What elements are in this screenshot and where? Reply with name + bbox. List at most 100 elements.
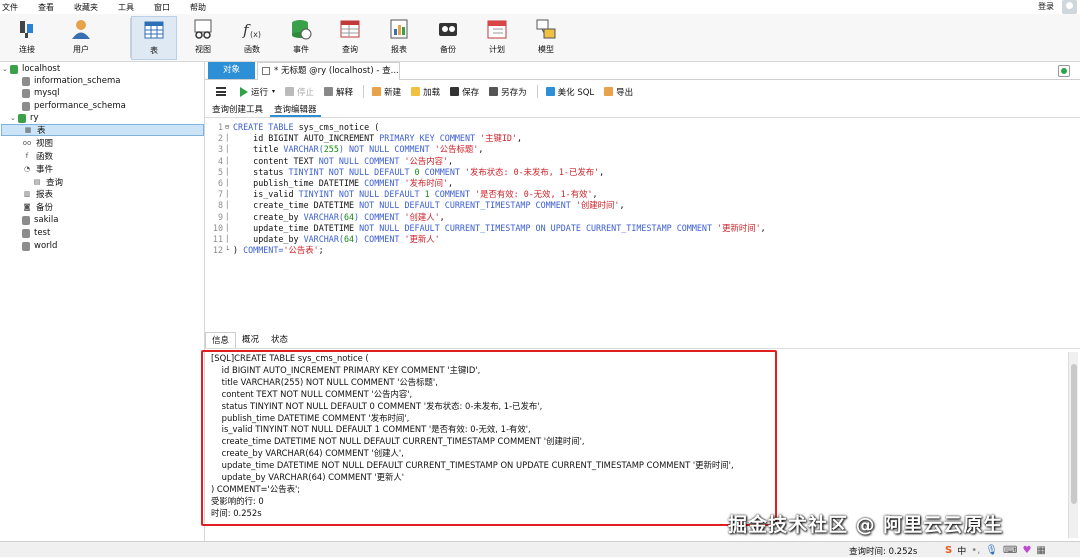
menu-file[interactable]: 文件 [2, 2, 18, 13]
editor-line[interactable]: 2 │ id BIGINT AUTO_INCREMENT PRIMARY KEY … [205, 133, 522, 144]
tree-label: 报表 [36, 190, 54, 200]
save-button[interactable]: 保存 [450, 86, 479, 98]
menu-view[interactable]: 查看 [38, 2, 54, 13]
schedule-button[interactable]: 计划 [474, 16, 520, 60]
ime-icon[interactable]: S [945, 545, 952, 556]
microphone-icon[interactable]: 🎙 [985, 545, 998, 556]
table-button[interactable]: 表 [131, 16, 177, 60]
export-button[interactable]: 导出 [604, 86, 633, 98]
run-label: 运行 [251, 87, 269, 98]
sql-token: title [233, 144, 284, 155]
tree-node-db[interactable]: performance_schema [22, 100, 126, 112]
function-button[interactable]: f (x) 函数 [229, 16, 275, 60]
tree-node-views[interactable]: oo 视图 [22, 137, 53, 149]
status-bar: 查询时间: 0.252s S 中 •, 🎙 ⌨ ♥ ▦ [0, 541, 1080, 557]
tree-node-tables[interactable]: ▦ 表 [1, 124, 204, 136]
tab-query[interactable]: * 无标题 @ry (localhost) - 查... [257, 62, 400, 80]
line-number: 8 [217, 200, 223, 211]
collapse-arrow-icon[interactable]: ⌄ [10, 114, 18, 122]
editor-line[interactable]: 6 │ publish_time DATETIME COMMENT '发布时间', [205, 178, 453, 189]
tab-profile[interactable]: 概况 [236, 332, 265, 348]
editor-line[interactable]: 7 │ is_valid TINYINT NOT NULL DEFAULT 1 C… [205, 189, 598, 200]
editor-line[interactable]: 5 │ status TINYINT NOT NULL DEFAULT 0 COM… [205, 167, 604, 178]
editor-line[interactable]: 1 ⊟ CREATE TABLE sys_cms_notice ( [205, 122, 379, 133]
report-button[interactable]: 报表 [376, 16, 422, 60]
view-button[interactable]: 视图 [180, 16, 226, 60]
run-button[interactable]: 运行 ▾ [240, 86, 275, 98]
beautify-sql-button[interactable]: 美化 SQL [545, 86, 594, 98]
tab-query-editor[interactable]: 查询编辑器 [270, 103, 321, 117]
editor-line[interactable]: 3 │ title VARCHAR(255) NOT NULL COMMENT '… [205, 144, 483, 155]
editor-line[interactable]: 8 │ create_time DATETIME NOT NULL DEFAULT… [205, 200, 625, 211]
editor-line[interactable]: 9 │ create_by VARCHAR(64) COMMENT '创建人', [205, 212, 445, 223]
export-label: 导出 [616, 87, 634, 98]
explain-button[interactable]: 解释 [324, 86, 353, 98]
tab-status[interactable]: 状态 [265, 332, 294, 348]
tree-node-db[interactable]: sakila [22, 214, 59, 226]
editor-line[interactable]: 4 │ content TEXT NOT NULL COMMENT '公告内容', [205, 156, 453, 167]
connect-button[interactable]: 连接 [4, 16, 50, 60]
line-number: 7 [217, 189, 223, 200]
toolbox-icon[interactable]: ▦ [1036, 545, 1045, 556]
tab-query-label: * 无标题 @ry (localhost) - 查... [274, 66, 399, 76]
tree-node-db[interactable]: information_schema [22, 75, 121, 87]
skin-icon[interactable]: ♥ [1022, 545, 1031, 556]
view-label: 视图 [195, 45, 211, 54]
fold-gutter: │ [225, 179, 230, 187]
database-icon [22, 88, 30, 98]
editor-line[interactable]: 12 └) COMMENT= '公告表'; [205, 245, 324, 256]
scrollbar-thumb[interactable] [1071, 364, 1077, 504]
sql-token: '公告表' [283, 245, 319, 256]
query-button[interactable]: 查询 [327, 16, 373, 60]
event-icon [290, 18, 312, 40]
tree-label: ry [30, 113, 39, 123]
new-button[interactable]: 新建 [372, 86, 401, 98]
keyboard-icon[interactable]: ⌨ [1003, 545, 1017, 556]
menu-help[interactable]: 帮助 [190, 2, 206, 13]
tree-node-db[interactable]: mysql [22, 87, 60, 99]
menu-window[interactable]: 窗口 [154, 2, 170, 13]
tree-node-db[interactable]: test [22, 227, 50, 239]
scrollbar[interactable] [1068, 352, 1078, 538]
query-icon [262, 67, 270, 75]
tab-objects[interactable]: 对象 [208, 62, 255, 79]
punctuation-icon[interactable]: •, [971, 545, 980, 556]
sql-editor[interactable]: 1 ⊟ CREATE TABLE sys_cms_notice (2 │ id BIG… [205, 119, 1080, 331]
save-as-button[interactable]: 另存为 [489, 86, 527, 98]
editor-line[interactable]: 11 │ update_by VARCHAR(64) COMMENT '更新人' [205, 234, 440, 245]
menu-favorites[interactable]: 收藏夹 [74, 2, 98, 13]
tree-label: 查询 [46, 178, 64, 188]
tree-node-ry[interactable]: ⌄ ry [10, 112, 39, 124]
menu-tools[interactable]: 工具 [118, 2, 134, 13]
login-link[interactable]: 登录 [1038, 1, 1054, 12]
line-number: 1 [217, 122, 223, 132]
editor-line[interactable]: 10 │ update_time DATETIME NOT NULL DEFAUL… [205, 223, 766, 234]
tab-info[interactable]: 信息 [205, 332, 237, 348]
model-button[interactable]: 模型 [523, 16, 569, 60]
ime-language[interactable]: 中 [957, 544, 966, 557]
tree-label: 视图 [36, 139, 54, 149]
fold-gutter: │ [225, 201, 230, 210]
user-button[interactable]: 用户 [58, 16, 104, 60]
refresh-icon[interactable] [1058, 65, 1070, 77]
stop-button[interactable]: 停止 [285, 86, 314, 98]
event-button[interactable]: 事件 [278, 16, 324, 60]
tree-node-localhost[interactable]: ⌄ localhost [2, 63, 60, 75]
tree-node-reports[interactable]: ▥ 报表 [22, 188, 53, 200]
tree-node-events[interactable]: ◔ 事件 [22, 163, 53, 175]
tree-node-backups[interactable]: ◙ 备份 [22, 201, 53, 213]
avatar[interactable] [1062, 0, 1077, 14]
view-icon [192, 18, 214, 40]
load-button[interactable]: 加载 [411, 86, 440, 98]
menu-icon[interactable] [216, 87, 226, 96]
tree-node-queries[interactable]: ▤ 查询 [32, 176, 63, 188]
report-icon: ▥ [23, 190, 31, 198]
collapse-arrow-icon[interactable]: ⌄ [2, 65, 10, 73]
tab-query-builder[interactable]: 查询创建工具 [208, 103, 267, 117]
tree-node-functions[interactable]: f 函数 [22, 150, 53, 162]
table-label: 表 [150, 46, 158, 55]
tree-node-db[interactable]: world [22, 240, 57, 252]
fold-icon[interactable]: ⊟ [225, 122, 233, 133]
backup-button[interactable]: 备份 [425, 16, 471, 60]
sql-token: 255 [323, 144, 339, 155]
